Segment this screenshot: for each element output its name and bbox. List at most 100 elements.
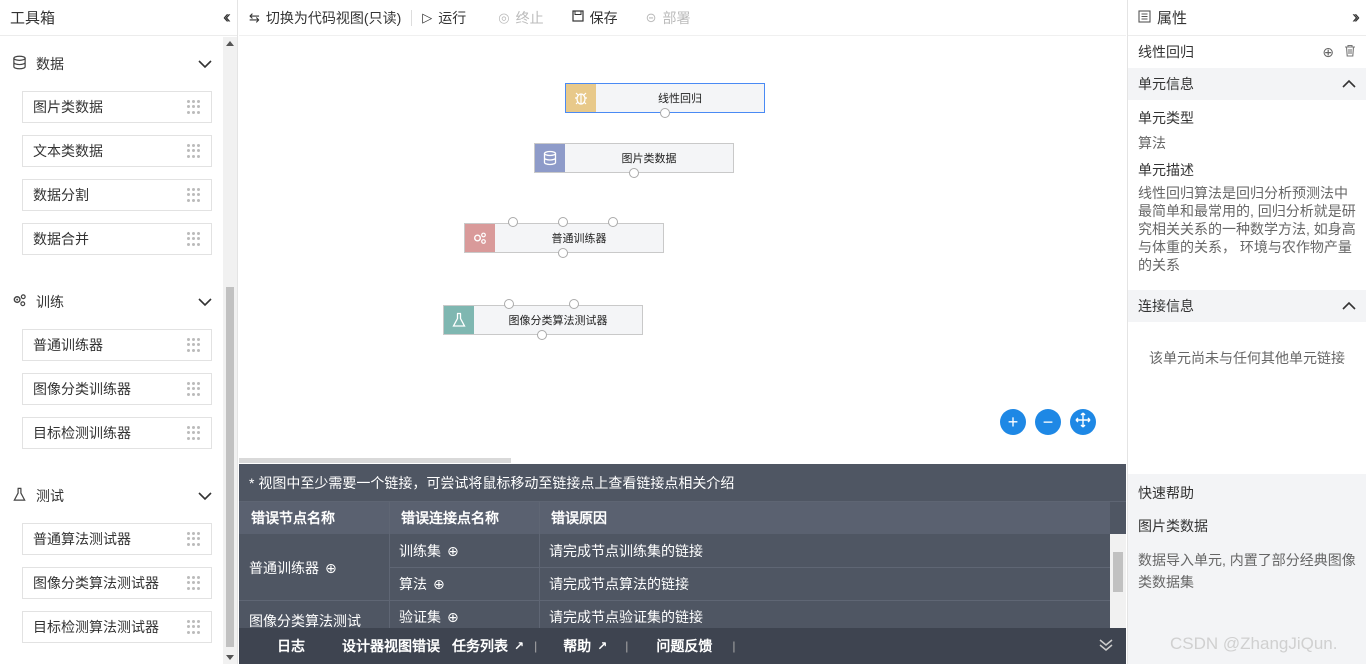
zoom-in-button[interactable]: + — [1000, 409, 1026, 435]
table-row: 算法 ⊕ — [399, 568, 445, 600]
node-port[interactable] — [608, 217, 618, 227]
switch-label: 切换为代码视图(只读) — [265, 9, 402, 26]
stop-button[interactable]: ◎ 终止 — [498, 8, 543, 28]
properties-header: 属性 ›› — [1128, 0, 1366, 36]
table-row: 请完成节点算法的链接 — [549, 568, 689, 600]
error-point-name: 算法 — [399, 576, 427, 592]
toolbox-item[interactable]: 数据合并 — [22, 223, 212, 255]
table-divider — [539, 502, 540, 628]
toolbox-list: 数据 图片类数据 文本类数据 数据分割 数据合并 训练 普通训练器 图像分类训练… — [0, 37, 224, 664]
deploy-icon: ⊝ — [645, 9, 657, 25]
toolbox-group-training[interactable]: 训练 — [0, 275, 224, 329]
flask-icon — [444, 306, 474, 334]
drag-handle-icon[interactable] — [187, 620, 201, 634]
drag-handle-icon[interactable] — [187, 576, 201, 590]
drag-handle-icon[interactable] — [187, 144, 201, 158]
tab-separator: | — [732, 639, 736, 653]
table-divider — [389, 502, 390, 628]
table-row: 训练集 ⊕ — [399, 535, 459, 567]
toolbox-title: 工具箱 — [10, 10, 56, 27]
tab-task-list[interactable]: 任务列表 ↗ — [452, 636, 524, 656]
node-port[interactable] — [558, 217, 568, 227]
tab-help[interactable]: 帮助 ↗ — [563, 636, 607, 656]
toolbox-item[interactable]: 图像分类训练器 — [22, 373, 212, 405]
save-icon — [571, 10, 584, 25]
zoom-out-button[interactable]: − — [1035, 409, 1061, 435]
chevron-down-icon[interactable] — [198, 488, 212, 504]
node-port[interactable] — [558, 248, 568, 258]
toolbox-scrollbar[interactable] — [223, 37, 237, 664]
tab-label: 设计器视图错误 — [342, 638, 440, 654]
drag-handle-icon[interactable] — [187, 532, 201, 546]
error-table-scrollbar[interactable] — [1110, 534, 1126, 628]
drag-handle-icon[interactable] — [187, 382, 201, 396]
unit-info-section-header[interactable]: 单元信息 — [1128, 68, 1366, 100]
quick-help-subject: 图片类数据 — [1138, 518, 1208, 534]
canvas-horizontal-scrollbar[interactable] — [239, 458, 511, 463]
save-button[interactable]: 保存 — [571, 8, 618, 28]
toolbox-group-data[interactable]: 数据 — [0, 37, 224, 91]
crosshair-icon[interactable]: ⊕ — [447, 609, 459, 626]
drag-handle-icon[interactable] — [187, 426, 201, 440]
gears-icon — [12, 293, 30, 311]
chevron-down-icon[interactable] — [198, 56, 212, 72]
crosshair-icon[interactable]: ⊕ — [433, 576, 445, 593]
toolbox-item[interactable]: 图像分类算法测试器 — [22, 567, 212, 599]
fit-view-button[interactable] — [1070, 409, 1096, 435]
toolbox-item[interactable]: 目标检测算法测试器 — [22, 611, 212, 643]
link-info-section-header[interactable]: 连接信息 — [1128, 290, 1366, 322]
tab-separator: | — [534, 639, 538, 653]
stop-label: 终止 — [515, 9, 544, 26]
drag-handle-icon[interactable] — [187, 100, 201, 114]
drag-handle-icon[interactable] — [187, 338, 201, 352]
external-link-icon: ↗ — [514, 639, 525, 653]
drag-handle-icon[interactable] — [187, 232, 201, 246]
double-chevron-left-icon[interactable]: ‹‹ — [223, 7, 231, 28]
error-point-name: 验证集 — [399, 609, 441, 625]
trash-icon[interactable] — [1344, 44, 1356, 60]
chevron-down-icon[interactable] — [198, 294, 212, 310]
crosshair-icon[interactable]: ⊕ — [447, 543, 459, 560]
toolbox-item[interactable]: 普通训练器 — [22, 329, 212, 361]
node-port[interactable] — [504, 299, 514, 309]
scrollbar-thumb[interactable] — [1113, 552, 1123, 592]
group-label: 测试 — [36, 488, 64, 504]
switch-code-view-button[interactable]: ⇆ 切换为代码视图(只读) — [249, 8, 401, 28]
tab-feedback[interactable]: 问题反馈 — [656, 636, 712, 656]
node-port[interactable] — [508, 217, 518, 227]
scroll-down-icon[interactable] — [226, 655, 234, 660]
tab-label: 日志 — [277, 638, 305, 654]
chevron-up-icon[interactable] — [1342, 298, 1356, 314]
designer-canvas[interactable]: 线性回归 图片类数据 普通训练器 图像分类算法测试器 + − — [239, 36, 1126, 464]
node-port[interactable] — [537, 330, 547, 340]
locate-icon[interactable]: ⊕ — [1322, 44, 1334, 61]
chevron-double-down-icon[interactable] — [1098, 638, 1114, 655]
deploy-button[interactable]: ⊝ 部署 — [646, 8, 691, 28]
deploy-label: 部署 — [662, 9, 691, 26]
unit-info-body: 单元类型 算法 单元描述 线性回归算法是回归分析预测法中最简单和最常用的, 回归… — [1128, 100, 1366, 290]
selected-node-name: 线性回归 — [1138, 44, 1194, 60]
double-chevron-right-icon[interactable]: ›› — [1352, 7, 1360, 28]
flask-icon — [12, 487, 30, 505]
tab-label: 帮助 — [563, 638, 592, 654]
toolbox-item[interactable]: 文本类数据 — [22, 135, 212, 167]
drag-handle-icon[interactable] — [187, 188, 201, 202]
scrollbar-thumb[interactable] — [226, 287, 234, 647]
node-port[interactable] — [569, 299, 579, 309]
toolbar-divider — [411, 9, 413, 26]
error-node-name: 普通训练器 — [249, 560, 319, 576]
node-port[interactable] — [629, 168, 639, 178]
toolbox-item[interactable]: 图片类数据 — [22, 91, 212, 123]
toolbox-group-testing[interactable]: 测试 — [0, 469, 224, 523]
tab-log[interactable]: 日志 — [277, 636, 305, 656]
toolbox-item[interactable]: 普通算法测试器 — [22, 523, 212, 555]
node-port[interactable] — [660, 108, 670, 118]
scroll-up-icon[interactable] — [226, 41, 234, 46]
crosshair-icon[interactable]: ⊕ — [325, 560, 337, 577]
run-button[interactable]: ▷ 运行 — [422, 8, 466, 28]
tab-designer-errors[interactable]: 设计器视图错误 — [342, 636, 440, 656]
toolbox-item[interactable]: 数据分割 — [22, 179, 212, 211]
chevron-up-icon[interactable] — [1342, 76, 1356, 92]
stop-icon: ◎ — [498, 9, 510, 25]
toolbox-item[interactable]: 目标检测训练器 — [22, 417, 212, 449]
